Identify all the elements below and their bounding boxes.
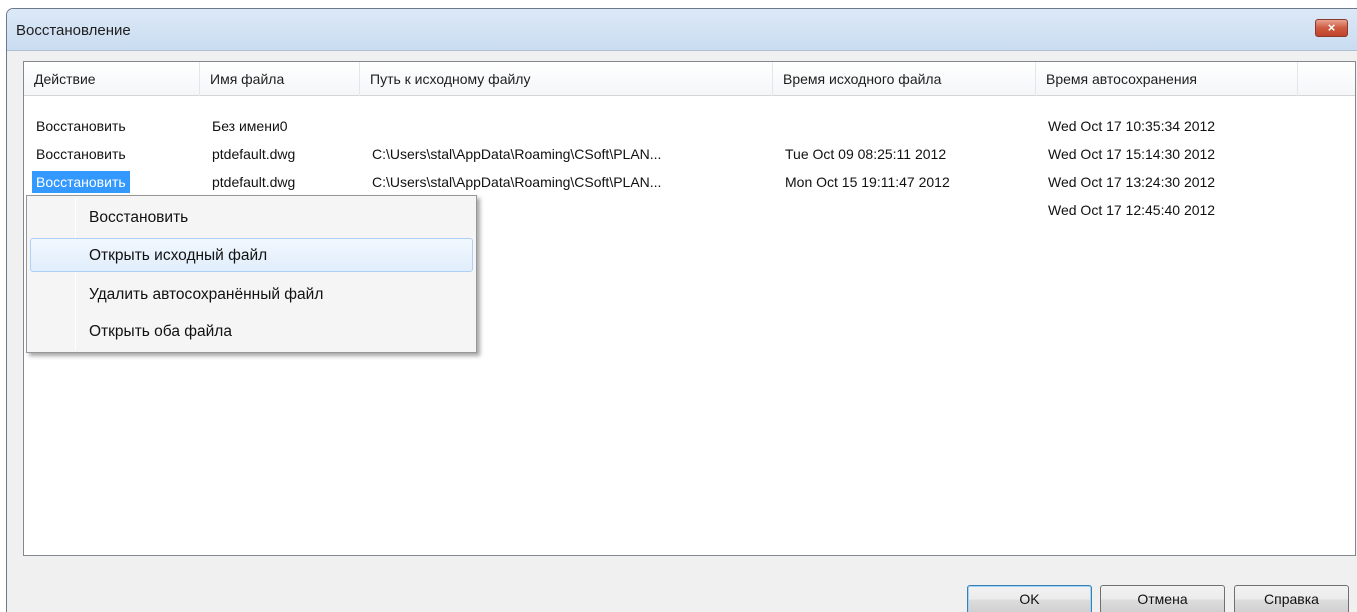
cell-autosave-time: Wed Oct 17 10:35:34 2012 [1048, 118, 1216, 134]
cancel-button[interactable]: Отмена [1100, 585, 1225, 612]
cell-path [360, 112, 372, 140]
table-row[interactable]: Восстановить Без имени0 Wed Oct 17 10:35… [24, 112, 1355, 140]
selected-action-label: Восстановить [32, 171, 130, 193]
cell-filename: Без имени0 [212, 118, 288, 134]
cell-filename: ptdefault.dwg [212, 174, 296, 190]
cell-path: C:\Users\stal\AppData\Roaming\CSoft\PLAN… [372, 146, 662, 162]
cell-autosave-time: Wed Oct 17 13:24:30 2012 [1048, 174, 1216, 190]
title-bar[interactable]: Восстановление × [7, 9, 1357, 51]
cell-source-time [773, 196, 785, 224]
ok-button[interactable]: OK [967, 585, 1092, 612]
column-header-path[interactable]: Путь к исходному файлу [360, 62, 773, 96]
list-header: Действие Имя файла Путь к исходному файл… [24, 62, 1355, 96]
close-button[interactable]: × [1315, 19, 1348, 37]
close-icon: × [1327, 20, 1336, 35]
menu-item-open-source[interactable]: Открыть исходный файл [30, 238, 473, 272]
column-header-autosave-time[interactable]: Время автосохранения [1036, 62, 1298, 96]
cell-filename: ptdefault.dwg [212, 146, 296, 162]
cell-path: C:\Users\stal\AppData\Roaming\CSoft\PLAN… [372, 174, 662, 190]
menu-item-delete-autosave[interactable]: Удалить автосохранённый файл [30, 277, 473, 311]
cell-source-time [773, 112, 785, 140]
menu-item-restore[interactable]: Восстановить [30, 200, 473, 234]
column-header-filename[interactable]: Имя файла [200, 62, 360, 96]
cell-autosave-time: Wed Oct 17 12:45:40 2012 [1048, 202, 1216, 218]
cell-autosave-time: Wed Oct 17 15:14:30 2012 [1048, 146, 1216, 162]
cell-source-time: Tue Oct 09 08:25:11 2012 [785, 146, 947, 162]
cell-action: Восстановить [36, 146, 126, 162]
context-menu: Восстановить Открыть исходный файл Удали… [26, 195, 477, 353]
column-header-source-time[interactable]: Время исходного файла [773, 62, 1036, 96]
table-row-selected[interactable]: Восстановить ptdefault.dwg C:\Users\stal… [24, 168, 1355, 196]
column-header-action[interactable]: Действие [24, 62, 200, 96]
cell-action: Восстановить [36, 118, 126, 134]
table-row[interactable]: Восстановить ptdefault.dwg C:\Users\stal… [24, 140, 1355, 168]
cell-action: Восстановить [24, 168, 130, 196]
menu-item-open-both[interactable]: Открыть оба файла [30, 314, 473, 348]
cell-source-time: Mon Oct 15 19:11:47 2012 [785, 174, 950, 190]
help-button[interactable]: Справка [1234, 585, 1349, 612]
window-title: Восстановление [16, 22, 131, 39]
